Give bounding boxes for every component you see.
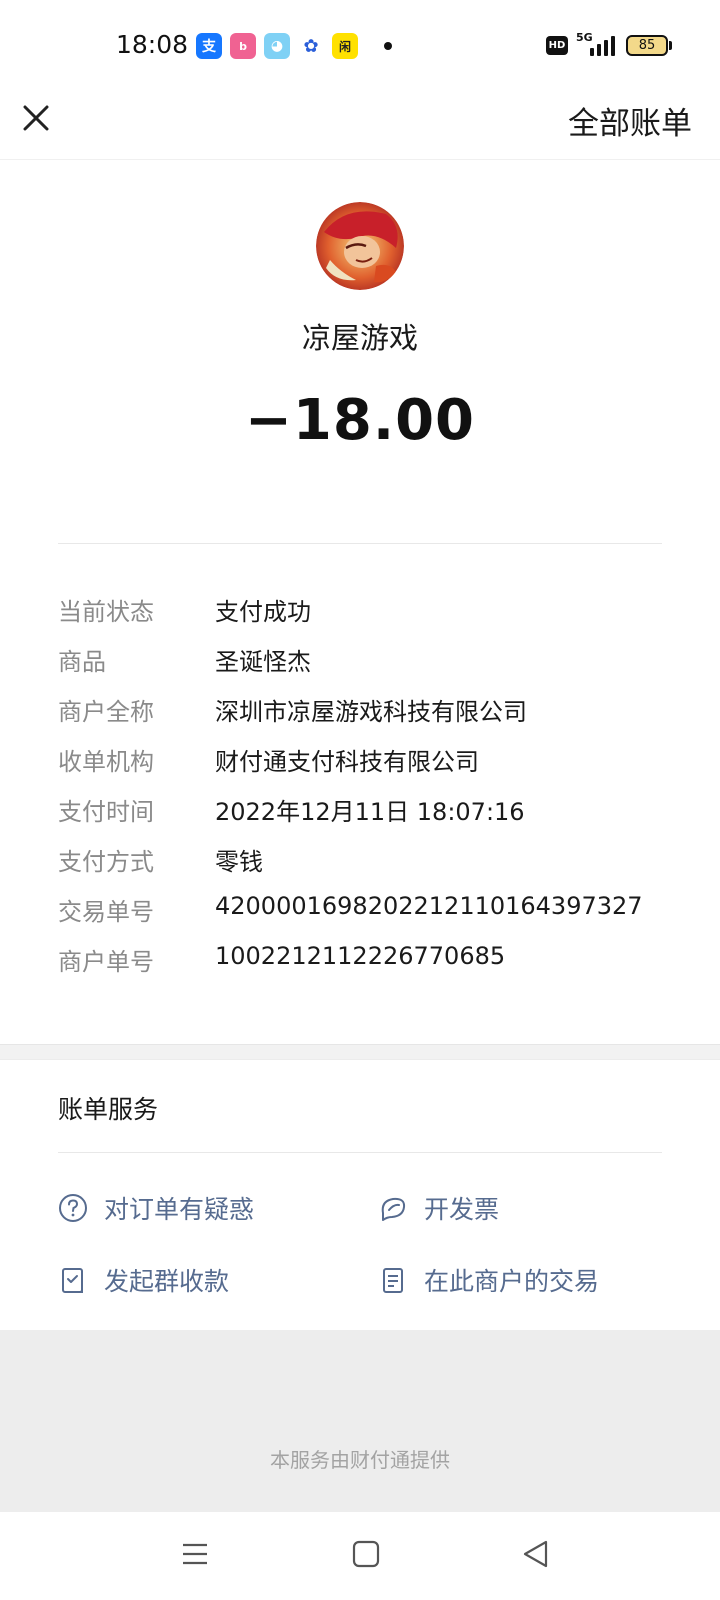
all-bills-button[interactable]: 全部账单 <box>568 98 692 143</box>
group-collect-icon <box>62 1268 83 1293</box>
invoice-button[interactable]: 开发票 <box>378 1188 499 1228</box>
battery-icon: 85 <box>626 35 668 56</box>
detail-value[interactable]: 4200001698202212110164397327 <box>215 892 643 920</box>
detail-value: 财付通支付科技有限公司 <box>215 748 479 776</box>
detail-value[interactable]: 1002212112226770685 <box>215 942 505 970</box>
nav-header: 全部账单 <box>0 90 720 160</box>
merchant-transactions-button[interactable]: 在此商户的交易 <box>378 1260 599 1300</box>
detail-label: 商户全称 <box>58 698 154 726</box>
detail-value: 深圳市凉屋游戏科技有限公司 <box>215 698 527 726</box>
detail-row-pay-time: 支付时间 2022年12月11日 18:07:16 <box>58 792 678 832</box>
provider-text: 本服务由财付通提供 <box>270 1448 450 1472</box>
alipay-icon: 支 <box>196 33 222 59</box>
detail-label: 支付方式 <box>58 848 154 876</box>
bilibili-icon: b <box>230 33 256 59</box>
back-triangle-icon[interactable] <box>516 1534 556 1574</box>
detail-value: 圣诞怪杰 <box>215 648 311 676</box>
home-square-icon[interactable] <box>346 1534 386 1574</box>
service-label: 发起群收款 <box>104 1267 230 1296</box>
question-circle-icon <box>59 1194 87 1222</box>
detail-label: 交易单号 <box>58 898 154 926</box>
detail-row-product: 商品 圣诞怪杰 <box>58 642 678 682</box>
service-label: 开发票 <box>424 1195 500 1224</box>
detail-value: 2022年12月11日 18:07:16 <box>215 798 525 826</box>
hd-badge: HD <box>546 36 568 55</box>
detail-label: 商户单号 <box>58 948 154 976</box>
notification-dot-icon <box>384 42 392 50</box>
xianyu-icon: 闲 <box>332 33 358 59</box>
detail-label: 商品 <box>58 648 106 676</box>
invoice-icon <box>381 1197 406 1221</box>
system-nav-bar <box>0 1512 720 1600</box>
detail-label: 当前状态 <box>58 598 154 626</box>
detail-label: 支付时间 <box>58 798 154 826</box>
section-gap <box>0 1044 720 1060</box>
chat-app-icon: ◕ <box>264 33 290 59</box>
detail-value: 零钱 <box>215 848 263 876</box>
service-label: 对订单有疑惑 <box>104 1195 255 1224</box>
close-icon[interactable] <box>18 100 54 136</box>
divider <box>58 543 662 544</box>
order-question-button[interactable]: 对订单有疑惑 <box>58 1188 254 1228</box>
service-label: 在此商户的交易 <box>424 1267 600 1296</box>
services-title: 账单服务 <box>58 1095 159 1124</box>
detail-row-merchant-order-id: 商户单号 1002212112226770685 <box>58 942 678 982</box>
detail-row-merchant-fullname: 商户全称 深圳市凉屋游戏科技有限公司 <box>58 692 678 732</box>
footer-area <box>0 1330 720 1512</box>
divider <box>58 1152 662 1153</box>
status-time: 18:08 <box>116 30 189 59</box>
menu-icon[interactable] <box>175 1534 215 1574</box>
signal-icon <box>588 36 616 56</box>
detail-row-transaction-id: 交易单号 4200001698202212110164397327 <box>58 892 678 932</box>
detail-row-acquirer: 收单机构 财付通支付科技有限公司 <box>58 742 678 782</box>
detail-label: 收单机构 <box>58 748 154 776</box>
group-collect-button[interactable]: 发起群收款 <box>58 1260 229 1300</box>
baidu-icon: ✿ <box>298 33 324 59</box>
status-bar: 18:08 支 b ◕ ✿ 闲 HD 5G 85 <box>0 0 720 90</box>
detail-row-status: 当前状态 支付成功 <box>58 592 678 632</box>
merchant-avatar <box>316 202 404 290</box>
detail-value: 支付成功 <box>215 598 311 626</box>
merchant-name: 凉屋游戏 <box>301 321 418 355</box>
detail-row-pay-method: 支付方式 零钱 <box>58 842 678 882</box>
payment-amount: −18.00 <box>244 388 476 453</box>
document-icon <box>383 1268 403 1293</box>
battery-cap <box>669 41 672 50</box>
